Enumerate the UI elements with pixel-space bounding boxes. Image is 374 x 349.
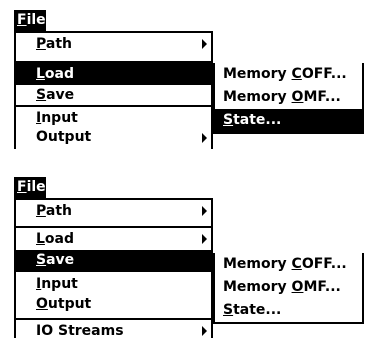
- save-submenu: Memory COFF... Memory OMF... State...: [213, 253, 364, 324]
- menu-item-load[interactable]: Load: [16, 63, 211, 85]
- submenu-item-memory-omf[interactable]: Memory OMF...: [215, 86, 362, 109]
- submenu-arrow-icon: [202, 39, 207, 49]
- file-menu-title[interactable]: File: [14, 10, 46, 31]
- menu-item-path[interactable]: Path: [16, 200, 211, 222]
- submenu-item-memory-coff[interactable]: Memory COFF...: [215, 253, 362, 276]
- file-dropdown-menu: Path Load Save Input Output IO Streams: [14, 198, 213, 338]
- file-dropdown-menu: Path Load Save Input Output: [14, 31, 213, 149]
- menu-item-path[interactable]: Path: [16, 33, 211, 55]
- menu-item-input[interactable]: Input: [16, 107, 211, 127]
- menu-item-output[interactable]: Output: [16, 127, 211, 147]
- submenu-arrow-icon: [202, 234, 207, 244]
- menu-item-save[interactable]: Save: [16, 85, 211, 105]
- menu-item-save[interactable]: Save: [16, 250, 211, 270]
- submenu-item-memory-omf[interactable]: Memory OMF...: [215, 276, 362, 299]
- menu-item-load[interactable]: Load: [16, 228, 211, 250]
- submenu-item-state[interactable]: State...: [215, 299, 362, 322]
- load-submenu: Memory COFF... Memory OMF... State...: [213, 63, 364, 134]
- submenu-arrow-icon: [202, 206, 207, 216]
- submenu-item-memory-coff[interactable]: Memory COFF...: [215, 63, 362, 86]
- submenu-arrow-icon: [202, 133, 207, 143]
- menu-item-input[interactable]: Input: [16, 272, 211, 294]
- menu-item-io-streams[interactable]: IO Streams: [16, 320, 211, 338]
- file-menu-title[interactable]: File: [14, 177, 46, 198]
- submenu-item-state[interactable]: State...: [215, 109, 362, 132]
- submenu-arrow-icon: [202, 326, 207, 336]
- menu-item-output[interactable]: Output: [16, 294, 211, 314]
